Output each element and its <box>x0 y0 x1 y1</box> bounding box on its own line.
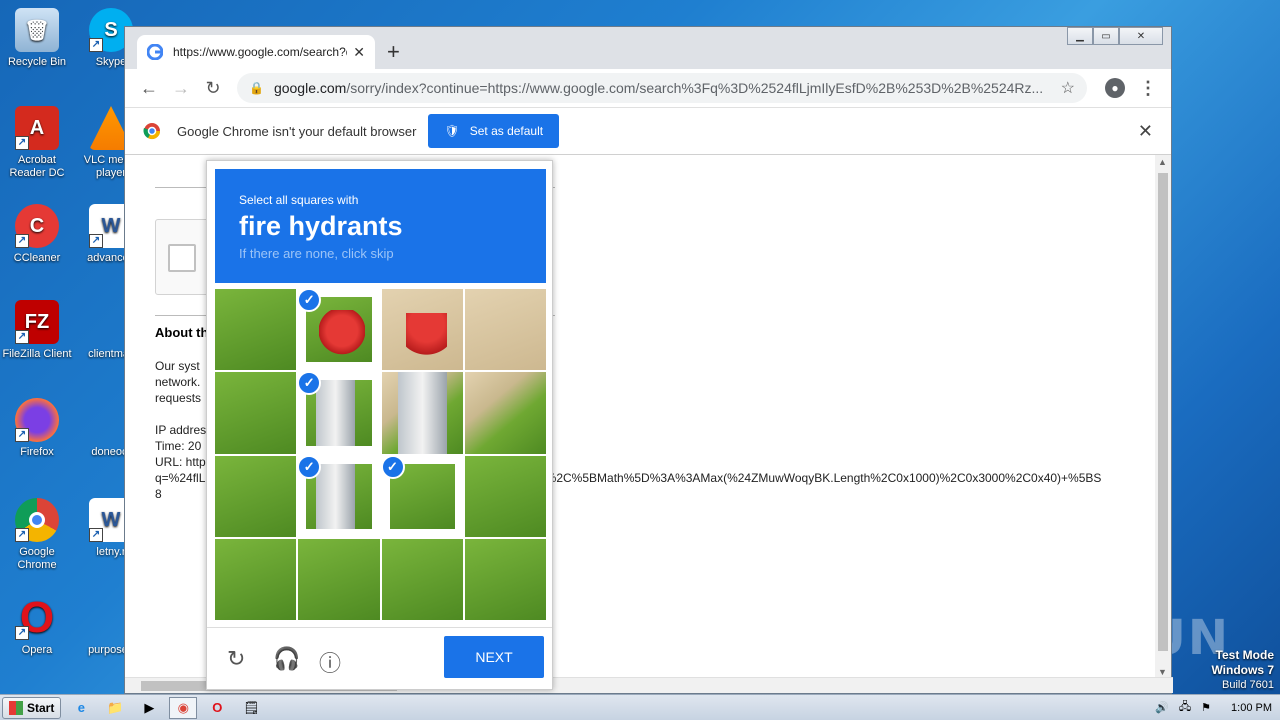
next-button[interactable]: NEXT <box>444 636 544 678</box>
internet-explorer-icon[interactable]: e <box>67 697 95 719</box>
system-tray: 🔊 🖧 ⚑ 1:00 PM <box>1155 698 1280 717</box>
acrobat-icon: A ↗ <box>15 106 59 150</box>
address-bar[interactable]: 🔒 google.com/sorry/index?continue=https:… <box>237 73 1087 103</box>
start-button[interactable]: Start <box>2 696 62 719</box>
new-tab-button[interactable]: + <box>387 39 400 65</box>
challenge-tile[interactable] <box>381 372 463 454</box>
desktop-icon-firefox[interactable]: ↗ Firefox <box>0 398 74 459</box>
url-end-line: 8 <box>155 487 162 501</box>
close-tab-icon[interactable]: ✕ <box>353 44 365 61</box>
windows-taskbar: Start e 📁 ▶ ◉ O 🗒 🔊 🖧 ⚑ 1:00 PM <box>0 694 1280 720</box>
about-text-line: requests <box>155 391 202 405</box>
tab-strip: https://www.google.com/search?q= ✕ + ▁ ▭… <box>125 27 1171 69</box>
chrome-logo-icon <box>143 123 161 140</box>
vertical-scroll-thumb[interactable] <box>1158 173 1168 651</box>
profile-avatar-icon[interactable]: ● <box>1105 78 1125 98</box>
ccleaner-icon: C ↗ <box>15 204 59 248</box>
opera-taskbar-icon[interactable]: O <box>203 697 231 719</box>
action-center-flag-icon[interactable]: ⚑ <box>1201 701 1211 714</box>
challenge-tile[interactable] <box>381 289 463 371</box>
url-line: URL: http <box>155 455 206 469</box>
ip-address-line: IP addres <box>155 423 207 437</box>
browser-tab[interactable]: https://www.google.com/search?q= ✕ <box>137 35 375 69</box>
volume-icon[interactable]: 🔊 <box>1155 701 1169 714</box>
browser-toolbar: ← → ↻ 🔒 google.com/sorry/index?continue=… <box>125 69 1171 107</box>
google-favicon-icon <box>147 44 163 60</box>
challenge-grid: ✓ ✓ ✓ ✓ <box>215 289 546 620</box>
opera-icon: O ↗ <box>15 593 59 642</box>
chrome-icon: ↗ <box>15 498 59 542</box>
desktop-icon-recycle-bin[interactable]: 🗑 Recycle Bin <box>0 8 74 69</box>
challenge-tile[interactable] <box>298 538 380 620</box>
about-text-line: Our syst <box>155 359 200 373</box>
maximize-button[interactable]: ▭ <box>1093 27 1119 45</box>
challenge-tile[interactable] <box>215 289 297 371</box>
chrome-taskbar-icon[interactable]: ◉ <box>169 696 198 719</box>
time-line: Time: 20 <box>155 439 202 453</box>
scroll-up-arrow-icon[interactable]: ▲ <box>1158 157 1167 167</box>
challenge-tile-selected[interactable]: ✓ <box>298 289 380 371</box>
info-icon[interactable]: ⓘ <box>319 646 341 678</box>
challenge-target: fire hydrants <box>239 211 403 241</box>
lock-icon[interactable]: 🔒 <box>249 81 264 95</box>
set-as-default-button[interactable]: 🛡 Set as default <box>428 114 560 148</box>
reload-challenge-icon[interactable]: ↻ <box>227 646 245 672</box>
menu-kebab-icon[interactable]: ⋮ <box>1139 78 1157 99</box>
recaptcha-challenge: Select all squares with fire hydrants If… <box>206 160 553 690</box>
challenge-tile-selected[interactable]: ✓ <box>381 455 463 537</box>
clock[interactable]: 1:00 PM <box>1231 702 1272 714</box>
challenge-tile-selected[interactable]: ✓ <box>298 372 380 454</box>
test-mode-notice: Test Mode Windows 7 Build 7601 <box>1211 648 1274 691</box>
challenge-tile[interactable] <box>215 455 297 537</box>
about-heading: About th <box>155 325 209 340</box>
url-tail-line: 0%2C%5BMath%5D%3A%3AMax(%24ZMuwWoqyBK.Le… <box>539 471 1102 485</box>
challenge-tile[interactable] <box>464 372 546 454</box>
recycle-bin-icon: 🗑 <box>15 8 59 52</box>
desktop-icon-filezilla[interactable]: FZ ↗ FileZilla Client <box>0 300 74 361</box>
checkmark-icon: ✓ <box>298 455 322 479</box>
reload-button[interactable]: ↻ <box>197 78 229 99</box>
checkmark-icon: ✓ <box>381 455 405 479</box>
desktop-icon-chrome[interactable]: ↗ Google Chrome <box>0 498 74 572</box>
recaptcha-checkbox[interactable] <box>168 244 196 272</box>
challenge-tile[interactable] <box>464 538 546 620</box>
desktop-icon-opera[interactable]: O ↗ Opera <box>0 593 74 657</box>
challenge-footer: ↻ 🎧 ⓘ NEXT <box>207 627 552 689</box>
scroll-down-arrow-icon[interactable]: ▼ <box>1158 667 1167 677</box>
notepad-icon[interactable]: 🗒 <box>237 697 265 719</box>
minimize-button[interactable]: ▁ <box>1067 27 1093 45</box>
file-explorer-icon[interactable]: 📁 <box>101 697 129 719</box>
network-icon[interactable]: 🖧 <box>1179 698 1191 717</box>
default-browser-infobar: Google Chrome isn't your default browser… <box>125 107 1171 155</box>
forward-button[interactable]: → <box>165 78 197 99</box>
challenge-header: Select all squares with fire hydrants If… <box>215 169 546 283</box>
back-button[interactable]: ← <box>133 78 165 99</box>
about-text-line: network. <box>155 375 201 389</box>
close-window-button[interactable]: ✕ <box>1119 27 1163 45</box>
filezilla-icon: FZ ↗ <box>15 300 59 344</box>
challenge-tile[interactable] <box>381 538 463 620</box>
challenge-tile-selected[interactable]: ✓ <box>298 455 380 537</box>
challenge-tile[interactable] <box>215 372 297 454</box>
url-query-line: q=%24flL <box>155 471 206 485</box>
close-infobar-icon[interactable]: ✕ <box>1138 121 1153 142</box>
desktop-icon-acrobat[interactable]: A ↗ Acrobat Reader DC <box>0 106 74 180</box>
windows-flag-icon <box>9 700 23 715</box>
challenge-tile[interactable] <box>464 455 546 537</box>
bookmark-star-icon[interactable]: ☆ <box>1061 78 1075 98</box>
uac-shield-icon: 🛡 <box>444 124 460 138</box>
challenge-tile[interactable] <box>464 289 546 371</box>
desktop-icon-ccleaner[interactable]: C ↗ CCleaner <box>0 204 74 265</box>
media-player-icon[interactable]: ▶ <box>135 697 163 719</box>
vertical-scrollbar[interactable]: ▲ ▼ <box>1155 155 1171 679</box>
challenge-tile[interactable] <box>215 538 297 620</box>
audio-challenge-icon[interactable]: 🎧 <box>273 646 300 672</box>
firefox-icon: ↗ <box>15 398 59 442</box>
window-controls: ▁ ▭ ✕ <box>1067 27 1163 45</box>
